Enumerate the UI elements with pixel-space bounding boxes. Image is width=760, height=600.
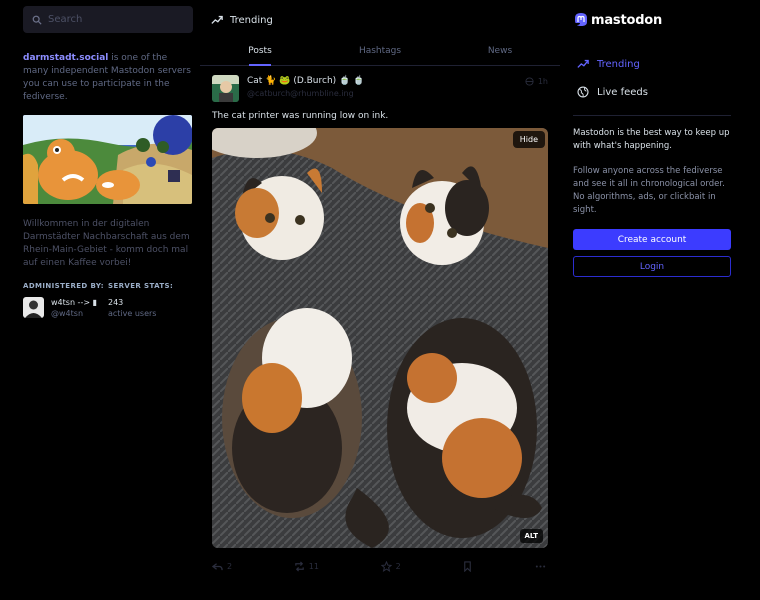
active-users-label: active users (108, 309, 157, 318)
search-box[interactable] (23, 6, 193, 33)
trending-icon (577, 59, 589, 68)
nav-item-label: Trending (597, 58, 640, 70)
mastodon-wordmark: mastodon (591, 12, 663, 28)
tab-posts[interactable]: Posts (200, 40, 320, 65)
tab-hashtags[interactable]: Hashtags (320, 40, 440, 65)
mastodon-logo[interactable]: mastodon (573, 10, 731, 30)
login-button[interactable]: Login (573, 256, 731, 277)
nav-item-trending[interactable]: Trending (573, 50, 731, 78)
post-time-text: 1h (537, 77, 548, 86)
mastodon-logo-icon (575, 13, 587, 26)
administered-by-heading: ADMINISTERED BY: (23, 282, 104, 290)
alt-text-badge[interactable]: ALT (519, 529, 543, 543)
column-header: Trending (200, 0, 560, 40)
bookmark-button[interactable] (462, 559, 473, 573)
star-icon (380, 560, 392, 572)
nav-item-live-feeds[interactable]: Live feeds (573, 78, 731, 106)
server-welcome-text: Willkommen in der digitalen Darmstädter … (23, 219, 190, 268)
main-column: Trending Posts Hashtags News Cat 🐈 🐸 (D.… (200, 0, 560, 600)
post-author-avatar[interactable] (212, 75, 239, 102)
post-header: Cat 🐈 🐸 (D.Burch) 🍵 🍵 @catburch@rhumblin… (212, 75, 548, 102)
sidebar-nav: Trending Live feeds (573, 50, 731, 106)
more-icon (535, 564, 546, 568)
active-users-count: 243 (108, 298, 124, 307)
post-media[interactable]: Hide ALT (212, 128, 548, 548)
stats-section: SERVER STATS: 243 active users (108, 282, 193, 319)
sidebar-divider (573, 115, 731, 116)
about-text-primary: Mastodon is the best way to keep up with… (573, 128, 730, 151)
favourite-button[interactable]: 2 (380, 559, 401, 573)
boost-button[interactable]: 11 (294, 559, 319, 573)
more-options-button[interactable] (535, 559, 546, 573)
column-title: Trending (230, 14, 273, 26)
post-content: The cat printer was running low on ink. (212, 111, 389, 121)
server-intro: darmstadt.social is one of the many inde… (23, 52, 193, 104)
reply-count: 2 (227, 561, 233, 571)
boost-count: 11 (308, 561, 319, 571)
create-account-button[interactable]: Create account (573, 229, 731, 250)
admin-avatar (23, 297, 44, 318)
server-stats: ADMINISTERED BY: w4tsn --> ▮ @w4tsn SERV… (23, 282, 193, 319)
server-domain-link[interactable]: darmstadt.social (23, 53, 108, 63)
post-action-bar: 2 11 2 (212, 559, 548, 573)
boost-icon (294, 560, 304, 572)
globe-small-icon (525, 77, 534, 86)
favourite-count: 2 (395, 561, 401, 571)
about-text-secondary: Follow anyone across the fediverse and s… (573, 166, 725, 215)
status-post[interactable]: Cat 🐈 🐸 (D.Burch) 🍵 🍵 @catburch@rhumblin… (200, 66, 560, 573)
post-timestamp[interactable]: 1h (525, 77, 548, 86)
search-icon (32, 15, 42, 25)
left-sidebar: darmstadt.social is one of the many inde… (23, 6, 193, 319)
admin-handle: @w4tsn (51, 309, 84, 318)
hide-media-button[interactable]: Hide (512, 131, 545, 148)
search-input[interactable] (48, 14, 178, 25)
reply-icon (212, 562, 223, 570)
admin-name: w4tsn --> ▮ (51, 298, 97, 307)
admin-account[interactable]: w4tsn --> ▮ @w4tsn (23, 297, 108, 319)
trending-icon (211, 15, 223, 24)
post-author-name[interactable]: Cat 🐈 🐸 (D.Burch) 🍵 🍵 (247, 75, 364, 88)
reply-button[interactable]: 2 (212, 559, 232, 573)
right-sidebar: mastodon Trending Live feeds Mastodon is… (573, 10, 731, 277)
admin-section: ADMINISTERED BY: w4tsn --> ▮ @w4tsn (23, 282, 108, 319)
server-stats-heading: SERVER STATS: (108, 282, 174, 290)
post-media-image (212, 128, 548, 548)
post-author-handle[interactable]: @catburch@rhumbline.ing (247, 88, 364, 100)
globe-icon (577, 86, 589, 98)
server-banner-image (23, 115, 192, 204)
bookmark-icon (464, 560, 472, 572)
nav-item-label: Live feeds (597, 86, 648, 98)
explore-tabs: Posts Hashtags News (200, 40, 560, 66)
tab-news[interactable]: News (440, 40, 560, 65)
